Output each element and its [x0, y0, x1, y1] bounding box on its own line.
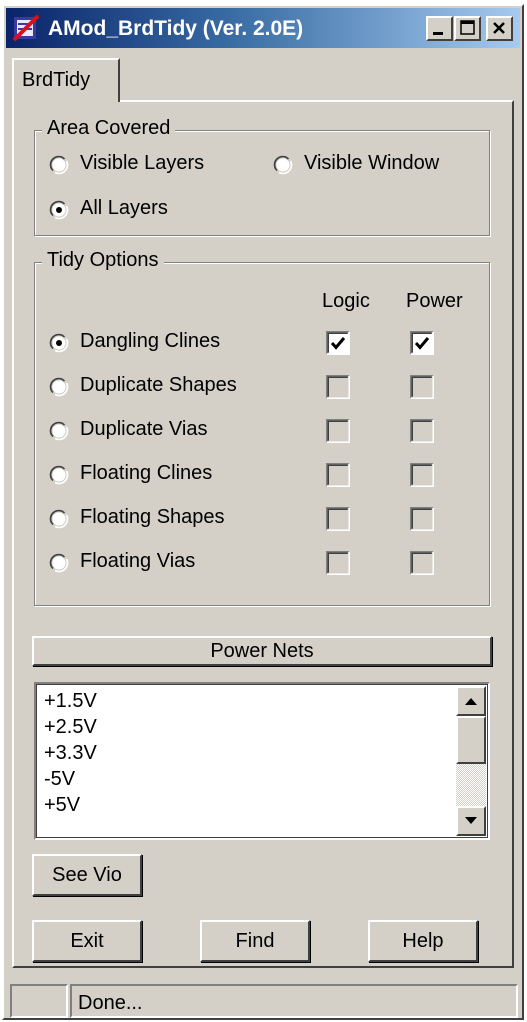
radio-tidy-option[interactable] [48, 552, 70, 574]
logic-checkbox[interactable] [326, 419, 350, 443]
power-checkbox[interactable] [410, 419, 434, 443]
close-button[interactable] [486, 16, 513, 41]
power-checkbox[interactable] [410, 331, 434, 355]
status-panel-left [10, 984, 68, 1018]
visible-layers-label: Visible Layers [80, 152, 205, 174]
arrow-up-icon [465, 698, 477, 705]
area-covered-group [34, 130, 490, 236]
logic-column-header: Logic [322, 290, 370, 312]
power-checkbox[interactable] [410, 375, 434, 399]
power-column-header: Power [406, 290, 463, 312]
radio-tidy-option[interactable] [48, 376, 70, 398]
logic-checkbox[interactable] [326, 375, 350, 399]
tidy-option-label: Floating Shapes [80, 506, 225, 528]
minimize-icon [433, 32, 443, 35]
power-checkbox[interactable] [410, 463, 434, 487]
scroll-down-button[interactable] [456, 806, 486, 836]
tidy-options-legend: Tidy Options [42, 249, 164, 272]
maximize-button[interactable] [454, 16, 481, 41]
scroll-up-button[interactable] [456, 686, 486, 716]
tidy-option-label: Duplicate Vias [80, 418, 208, 440]
radio-icon [273, 155, 293, 175]
power-nets-items: +1.5V +2.5V +3.3V -5V +5V [44, 688, 97, 818]
all-layers-label: All Layers [80, 197, 168, 219]
tab-label: BrdTidy [22, 69, 91, 91]
logic-checkbox[interactable] [326, 551, 350, 575]
arrow-down-icon [465, 817, 477, 824]
radio-icon [49, 155, 69, 175]
power-checkbox[interactable] [410, 551, 434, 575]
minimize-button[interactable] [426, 16, 453, 41]
app-icon [12, 14, 40, 42]
maximize-icon [460, 20, 475, 35]
see-vio-label: See Vio [52, 864, 122, 886]
see-vio-button[interactable]: See Vio [32, 854, 142, 896]
title-bar[interactable]: AMod_BrdTidy (Ver. 2.0E) [6, 8, 520, 48]
tidy-option-label: Dangling Clines [80, 330, 221, 352]
exit-label: Exit [70, 930, 104, 952]
tidy-option-label: Floating Clines [80, 462, 213, 484]
power-net-item[interactable]: +2.5V [44, 714, 97, 740]
help-label: Help [402, 930, 444, 952]
power-net-item[interactable]: -5V [44, 766, 97, 792]
radio-tidy-option[interactable] [48, 420, 70, 442]
power-net-item[interactable]: +3.3V [44, 740, 97, 766]
find-button[interactable]: Find [200, 920, 310, 962]
close-icon [493, 22, 505, 34]
power-net-item[interactable]: +5V [44, 792, 97, 818]
radio-tidy-option[interactable] [48, 332, 70, 354]
help-button[interactable]: Help [368, 920, 478, 962]
exit-button[interactable]: Exit [32, 920, 142, 962]
list-scrollbar[interactable] [456, 686, 486, 836]
logic-checkbox[interactable] [326, 331, 350, 355]
power-net-item[interactable]: +1.5V [44, 688, 97, 714]
status-text: Done... [78, 992, 143, 1014]
tidy-option-label: Duplicate Shapes [80, 374, 237, 396]
status-panel-main: Done... [70, 984, 518, 1018]
radio-visible-window[interactable] [272, 154, 294, 176]
power-nets-label: Power Nets [210, 640, 314, 662]
radio-tidy-option[interactable] [48, 508, 70, 530]
status-bar: Done... [6, 984, 520, 1018]
scroll-thumb[interactable] [456, 716, 486, 764]
radio-visible-layers[interactable] [48, 154, 70, 176]
logic-checkbox[interactable] [326, 463, 350, 487]
area-covered-legend: Area Covered [42, 117, 176, 140]
radio-all-layers[interactable] [48, 199, 70, 221]
logic-checkbox[interactable] [326, 507, 350, 531]
power-checkbox[interactable] [410, 507, 434, 531]
radio-selected-icon [49, 200, 69, 220]
find-label: Find [235, 930, 275, 952]
tab-brdtidy[interactable]: BrdTidy [12, 58, 120, 102]
visible-window-label: Visible Window [304, 152, 440, 174]
radio-tidy-option[interactable] [48, 464, 70, 486]
tidy-option-label: Floating Vias [80, 550, 196, 572]
app-window: AMod_BrdTidy (Ver. 2.0E) BrdTidy Area Co… [2, 4, 524, 1020]
power-nets-button[interactable]: Power Nets [32, 636, 492, 666]
power-nets-list[interactable]: +1.5V +2.5V +3.3V -5V +5V [34, 682, 490, 840]
window-title: AMod_BrdTidy (Ver. 2.0E) [48, 17, 304, 40]
